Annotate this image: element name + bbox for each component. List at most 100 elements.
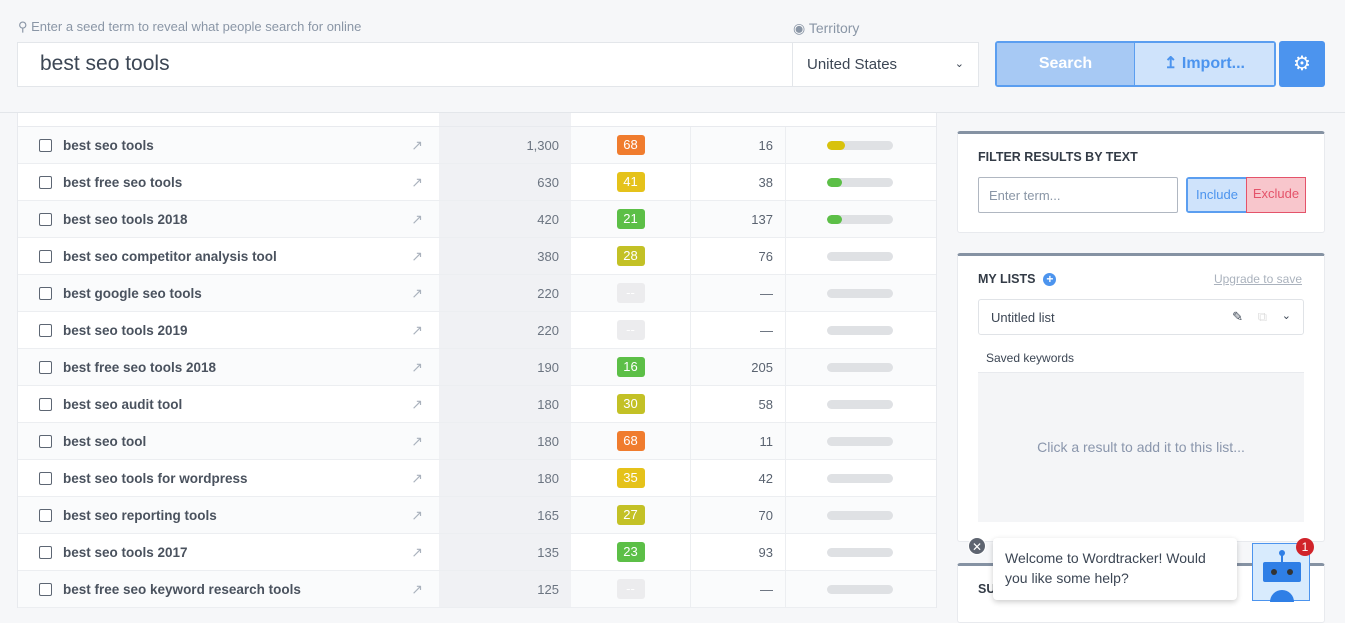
external-link-icon[interactable]: ↗ (411, 581, 423, 598)
competition-badge: 28 (616, 246, 645, 266)
external-link-icon[interactable]: ↗ (411, 470, 423, 487)
table-row[interactable]: best seo tools 2019 ↗ 220 -- — (18, 312, 936, 349)
competition-cell: -- (571, 312, 691, 348)
keyword-text[interactable]: best free seo tools 2018 (63, 360, 216, 375)
keyword-text[interactable]: best seo reporting tools (63, 508, 217, 523)
keyword-text[interactable]: best seo tools 2019 (63, 323, 188, 338)
copy-icon[interactable]: ⧉ (1258, 309, 1267, 325)
external-link-icon[interactable]: ↗ (411, 544, 423, 561)
keyword-text[interactable]: best seo tools (63, 138, 154, 153)
keyword-text[interactable]: best seo tools for wordpress (63, 471, 248, 486)
table-row[interactable]: best google seo tools ↗ 220 -- — (18, 275, 936, 312)
volume-cell: 220 (439, 312, 571, 348)
row-checkbox[interactable] (39, 508, 52, 522)
row-checkbox[interactable] (39, 397, 52, 411)
keyword-cell: best seo tools for wordpress ↗ (18, 460, 439, 496)
keyword-text[interactable]: best free seo tools (63, 175, 182, 190)
row-checkbox[interactable] (39, 360, 52, 374)
keyword-cell: best seo reporting tools ↗ (18, 497, 439, 533)
filter-term-input[interactable]: Enter term... (978, 177, 1178, 213)
competition-badge: 21 (616, 209, 645, 229)
keyword-text[interactable]: best seo tool (63, 434, 146, 449)
keyword-cell: best seo tools 2017 ↗ (18, 534, 439, 570)
count-cell: 93 (691, 534, 786, 570)
row-checkbox[interactable] (39, 545, 52, 559)
table-row[interactable]: best seo audit tool ↗ 180 30 58 (18, 386, 936, 423)
row-checkbox[interactable] (39, 286, 52, 300)
seed-term-input[interactable]: best seo tools (17, 42, 793, 87)
table-row[interactable]: best free seo keyword research tools ↗ 12… (18, 571, 936, 608)
table-row[interactable]: best seo tools for wordpress ↗ 180 35 42 (18, 460, 936, 497)
bar-cell (786, 288, 936, 298)
saved-keywords-label: Saved keywords (986, 351, 1075, 365)
upgrade-link[interactable]: Upgrade to save (1214, 272, 1302, 286)
row-checkbox[interactable] (39, 434, 52, 448)
progress-bar (827, 177, 893, 187)
progress-bar (827, 584, 893, 594)
close-chat-icon[interactable]: ✕ (968, 537, 986, 555)
row-checkbox[interactable] (39, 582, 52, 596)
chevron-down-icon[interactable]: ⌄ (1282, 309, 1291, 322)
keyword-text[interactable]: best seo competitor analysis tool (63, 249, 277, 264)
import-button[interactable]: ↥ Import... (1135, 43, 1274, 85)
external-link-icon[interactable]: ↗ (411, 285, 423, 302)
external-link-icon[interactable]: ↗ (411, 174, 423, 191)
search-hint: ⚲ Enter a seed term to reveal what peopl… (18, 19, 362, 34)
external-link-icon[interactable]: ↗ (411, 248, 423, 265)
territory-label: ◉ Territory (793, 20, 860, 36)
list-select[interactable]: Untitled list ✎ ⧉ ⌄ (978, 299, 1304, 335)
external-link-icon[interactable]: ↗ (411, 359, 423, 376)
external-link-icon[interactable]: ↗ (411, 137, 423, 154)
table-row[interactable]: best free seo tools 2018 ↗ 190 16 205 (18, 349, 936, 386)
settings-button[interactable]: ⚙ (1279, 41, 1325, 87)
table-row[interactable]: best seo tools 2018 ↗ 420 21 137 (18, 201, 936, 238)
row-checkbox[interactable] (39, 212, 52, 226)
external-link-icon[interactable]: ↗ (411, 211, 423, 228)
chat-bubble[interactable]: Welcome to Wordtracker! Would you like s… (993, 538, 1237, 600)
row-checkbox[interactable] (39, 471, 52, 485)
volume-cell: 420 (439, 201, 571, 237)
keyword-text[interactable]: best google seo tools (63, 286, 202, 301)
count-cell: 137 (691, 201, 786, 237)
exclude-button[interactable]: Exclude (1246, 177, 1306, 213)
row-checkbox[interactable] (39, 138, 52, 152)
territory-select[interactable]: United States ⌄ (792, 42, 979, 87)
include-button[interactable]: Include (1188, 179, 1246, 211)
count-cell: — (691, 571, 786, 607)
search-button[interactable]: Search (997, 43, 1135, 85)
table-row[interactable]: best free seo tools ↗ 630 41 38 (18, 164, 936, 201)
competition-cell: -- (571, 275, 691, 311)
keyword-text[interactable]: best seo tools 2017 (63, 545, 188, 560)
count-cell: 16 (691, 127, 786, 163)
keyword-cell: best free seo keyword research tools ↗ (18, 571, 439, 607)
volume-cell: 190 (439, 349, 571, 385)
row-checkbox[interactable] (39, 249, 52, 263)
pencil-icon[interactable]: ✎ (1232, 309, 1243, 325)
external-link-icon[interactable]: ↗ (411, 396, 423, 413)
count-cell: 70 (691, 497, 786, 533)
row-checkbox[interactable] (39, 323, 52, 337)
table-row[interactable]: best seo reporting tools ↗ 165 27 70 (18, 497, 936, 534)
filter-panel: FILTER RESULTS BY TEXT Enter term... Inc… (957, 131, 1325, 233)
bar-cell (786, 584, 936, 594)
row-checkbox[interactable] (39, 175, 52, 189)
external-link-icon[interactable]: ↗ (411, 507, 423, 524)
external-link-icon[interactable]: ↗ (411, 433, 423, 450)
progress-bar (827, 214, 893, 224)
add-list-icon[interactable]: + (1043, 272, 1057, 286)
keyword-text[interactable]: best free seo keyword research tools (63, 582, 301, 597)
table-header (18, 113, 936, 127)
keyword-cell: best google seo tools ↗ (18, 275, 439, 311)
competition-badge: 30 (616, 394, 645, 414)
progress-bar (827, 140, 893, 150)
competition-badge: 41 (616, 172, 645, 192)
progress-bar (827, 547, 893, 557)
keyword-text[interactable]: best seo tools 2018 (63, 212, 188, 227)
table-row[interactable]: best seo tools 2017 ↗ 135 23 93 (18, 534, 936, 571)
table-row[interactable]: best seo tools ↗ 1,300 68 16 (18, 127, 936, 164)
table-row[interactable]: best seo competitor analysis tool ↗ 380 2… (18, 238, 936, 275)
external-link-icon[interactable]: ↗ (411, 322, 423, 339)
competition-cell: 21 (571, 201, 691, 237)
keyword-text[interactable]: best seo audit tool (63, 397, 182, 412)
table-row[interactable]: best seo tool ↗ 180 68 11 (18, 423, 936, 460)
